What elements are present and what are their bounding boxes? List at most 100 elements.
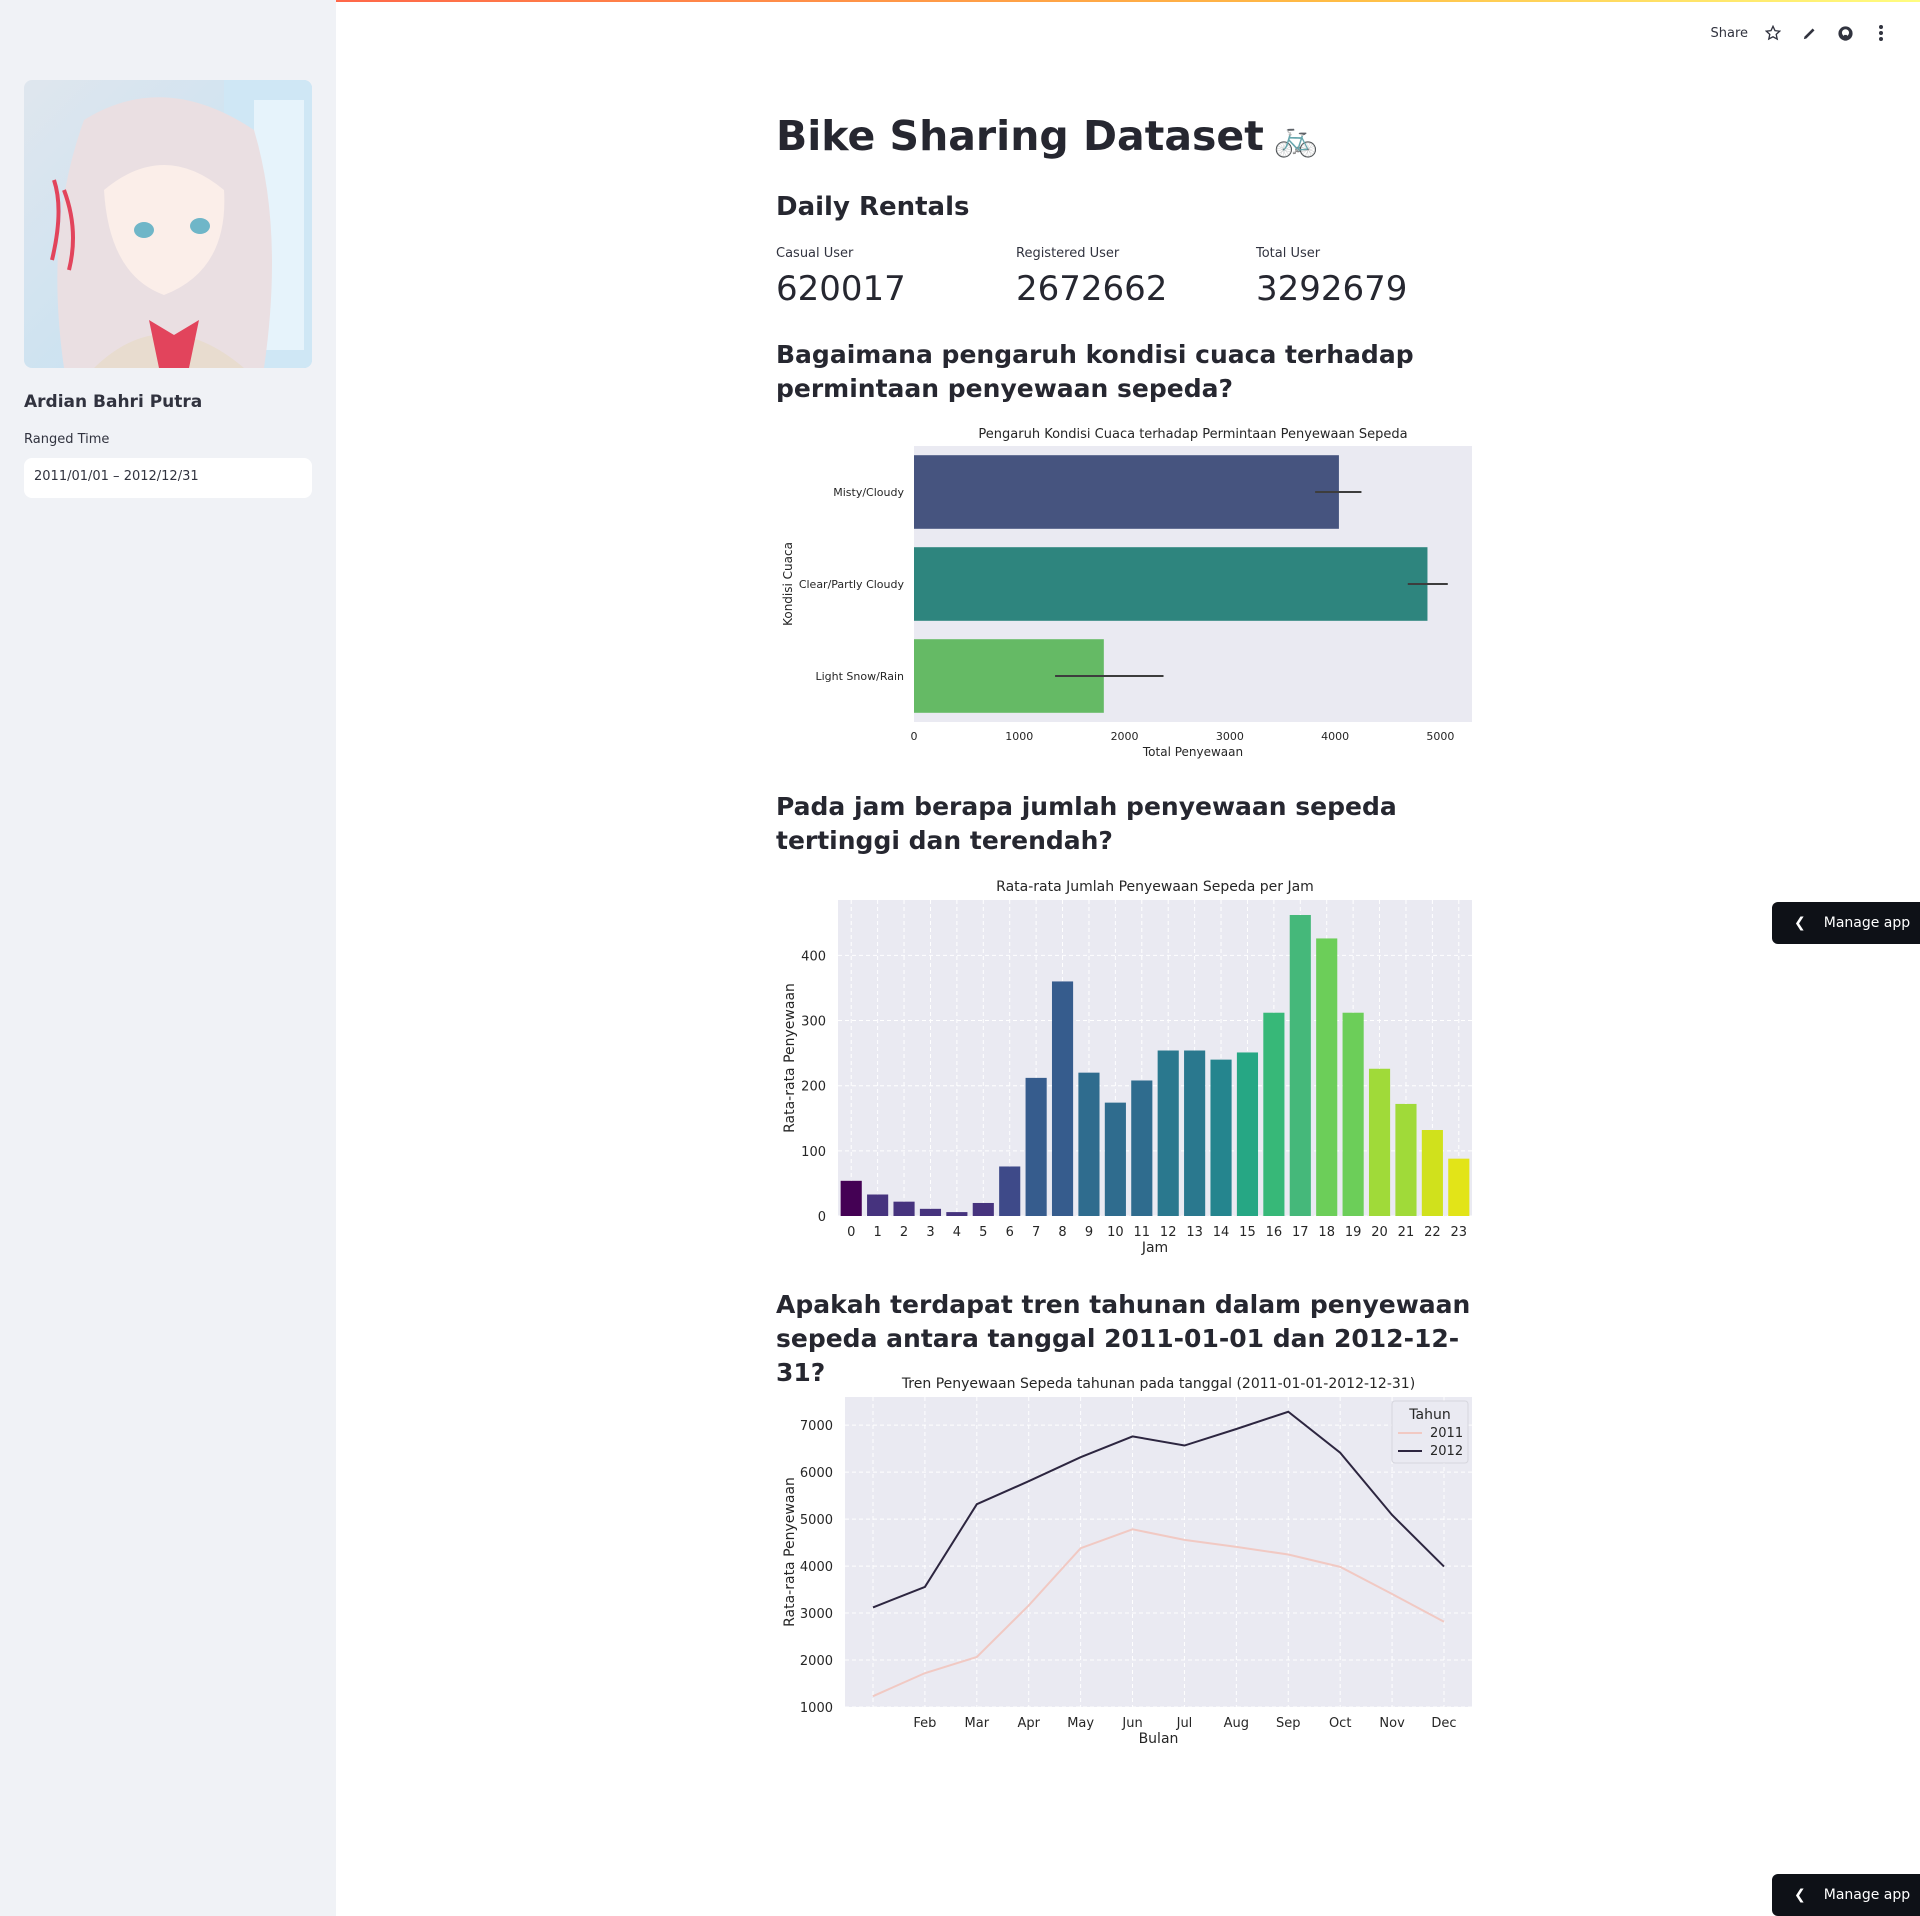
y-tick-label: 0 — [818, 1210, 826, 1225]
y-tick-label: Misty/Cloudy — [833, 486, 904, 499]
x-tick-label: 0 — [847, 1225, 855, 1240]
bar — [1157, 1050, 1179, 1216]
x-tick-label: Feb — [913, 1716, 936, 1731]
metric-registered: Registered User 2672662 — [1016, 246, 1167, 309]
x-tick-label: Dec — [1431, 1716, 1456, 1731]
y-axis-label: Rata-rata Penyewaan — [782, 983, 798, 1133]
x-tick-label: 7 — [1032, 1225, 1040, 1240]
bar — [914, 547, 1428, 621]
x-tick-label: 13 — [1186, 1225, 1203, 1240]
bar — [914, 455, 1339, 529]
metric-value: 3292679 — [1256, 269, 1408, 309]
bar — [1078, 1072, 1100, 1216]
x-tick-label: 21 — [1398, 1225, 1415, 1240]
x-tick-label: 17 — [1292, 1225, 1309, 1240]
x-tick-label: 4000 — [1321, 730, 1349, 743]
github-icon[interactable] — [1834, 22, 1856, 44]
y-tick-label: 100 — [801, 1145, 826, 1160]
more-vertical-icon[interactable] — [1870, 22, 1892, 44]
legend-label: 2011 — [1430, 1426, 1463, 1441]
question-hour-heading: Pada jam berapa jumlah penyewaan sepeda … — [776, 792, 1397, 855]
x-tick-label: Jul — [1176, 1716, 1193, 1731]
y-tick-label: 400 — [801, 949, 826, 964]
metric-label: Registered User — [1016, 246, 1120, 261]
y-tick-label: Clear/Partly Cloudy — [799, 578, 905, 591]
bar — [1342, 1012, 1364, 1216]
x-tick-label: 4 — [953, 1225, 961, 1240]
sidebar: Ardian Bahri Putra Ranged Time 2011/01/0… — [0, 0, 336, 1916]
x-tick-label: Sep — [1276, 1716, 1301, 1731]
manage-app-button-bottom[interactable]: ❮ Manage app — [1772, 1874, 1920, 1916]
bar — [1263, 1012, 1285, 1216]
x-tick-label: 16 — [1266, 1225, 1283, 1240]
y-tick-label: 6000 — [800, 1466, 833, 1481]
hourly-bar-chart: Rata-rata Jumlah Penyewaan Sepeda per Ja… — [782, 879, 1472, 1256]
daily-rentals-heading: Daily Rentals — [776, 192, 970, 222]
x-tick-label: 5000 — [1426, 730, 1454, 743]
x-tick-label: 1 — [873, 1225, 881, 1240]
bar — [893, 1201, 915, 1216]
bar — [840, 1180, 862, 1216]
x-tick-label: 5 — [979, 1225, 987, 1240]
bar — [919, 1208, 942, 1216]
bar — [1368, 1068, 1391, 1216]
x-tick-label: Nov — [1379, 1716, 1405, 1731]
x-tick-label: May — [1067, 1716, 1094, 1731]
chart-title: Pengaruh Kondisi Cuaca terhadap Perminta… — [978, 427, 1407, 442]
y-tick-label: 1000 — [800, 1701, 833, 1716]
pencil-icon[interactable] — [1798, 22, 1820, 44]
y-tick-label: 2000 — [800, 1654, 833, 1669]
y-tick-label: 7000 — [800, 1419, 833, 1434]
bar — [1236, 1052, 1259, 1216]
weather-bar-chart: Pengaruh Kondisi Cuaca terhadap Perminta… — [781, 427, 1472, 759]
x-tick-label: Oct — [1329, 1716, 1351, 1731]
x-tick-label: 9 — [1085, 1225, 1093, 1240]
x-tick-label: 2 — [900, 1225, 908, 1240]
share-button[interactable]: Share — [1710, 26, 1748, 41]
star-icon[interactable] — [1762, 22, 1784, 44]
question-weather-heading: Bagaimana pengaruh kondisi cuaca terhada… — [776, 340, 1414, 403]
page-title: Bike Sharing Dataset 🚲 — [776, 112, 1319, 160]
bar — [946, 1212, 968, 1216]
bar — [867, 1194, 889, 1216]
legend-title: Tahun — [1408, 1407, 1450, 1423]
y-tick-label: 4000 — [800, 1560, 833, 1575]
metric-total: Total User 3292679 — [1256, 246, 1407, 309]
chart-title: Tren Penyewaan Sepeda tahunan pada tangg… — [901, 1376, 1415, 1392]
bicycle-icon: 🚲 — [1273, 118, 1319, 159]
metric-value: 2672662 — [1016, 269, 1168, 309]
x-axis-label: Jam — [1141, 1240, 1168, 1256]
bar — [1316, 938, 1338, 1216]
x-tick-label: 14 — [1213, 1225, 1230, 1240]
x-tick-label: 3000 — [1216, 730, 1244, 743]
chart-title: Rata-rata Jumlah Penyewaan Sepeda per Ja… — [996, 879, 1314, 895]
yearly-trend-line-chart: Tren Penyewaan Sepeda tahunan pada tangg… — [782, 1376, 1472, 1747]
bar — [1025, 1077, 1047, 1216]
metric-value: 620017 — [776, 269, 906, 309]
x-tick-label: 0 — [911, 730, 918, 743]
profile-image — [24, 80, 312, 368]
x-tick-label: 20 — [1371, 1225, 1388, 1240]
x-tick-label: 3 — [926, 1225, 934, 1240]
chevron-left-icon: ❮ — [1794, 1887, 1806, 1903]
x-tick-label: 12 — [1160, 1225, 1177, 1240]
x-tick-label: 10 — [1107, 1225, 1124, 1240]
bar — [1184, 1050, 1206, 1216]
y-tick-label: 5000 — [800, 1513, 833, 1528]
y-tick-label: Light Snow/Rain — [815, 670, 904, 683]
y-tick-label: 3000 — [800, 1607, 833, 1622]
legend-label: 2012 — [1430, 1444, 1463, 1459]
bar — [972, 1202, 994, 1216]
chevron-left-icon: ❮ — [1794, 915, 1806, 931]
bar — [1289, 914, 1311, 1216]
x-tick-label: 8 — [1058, 1225, 1066, 1240]
x-axis-label: Bulan — [1139, 1731, 1179, 1747]
manage-app-label: Manage app — [1823, 915, 1911, 931]
manage-app-button[interactable]: ❮ Manage app — [1772, 902, 1920, 944]
y-axis-label: Kondisi Cuaca — [781, 542, 795, 626]
x-tick-label: 15 — [1239, 1225, 1256, 1240]
x-tick-label: 18 — [1318, 1225, 1335, 1240]
date-range-input[interactable]: 2011/01/01 – 2012/12/31 — [24, 458, 312, 498]
y-axis-label: Rata-rata Penyewaan — [782, 1477, 798, 1627]
bar — [1051, 981, 1074, 1216]
